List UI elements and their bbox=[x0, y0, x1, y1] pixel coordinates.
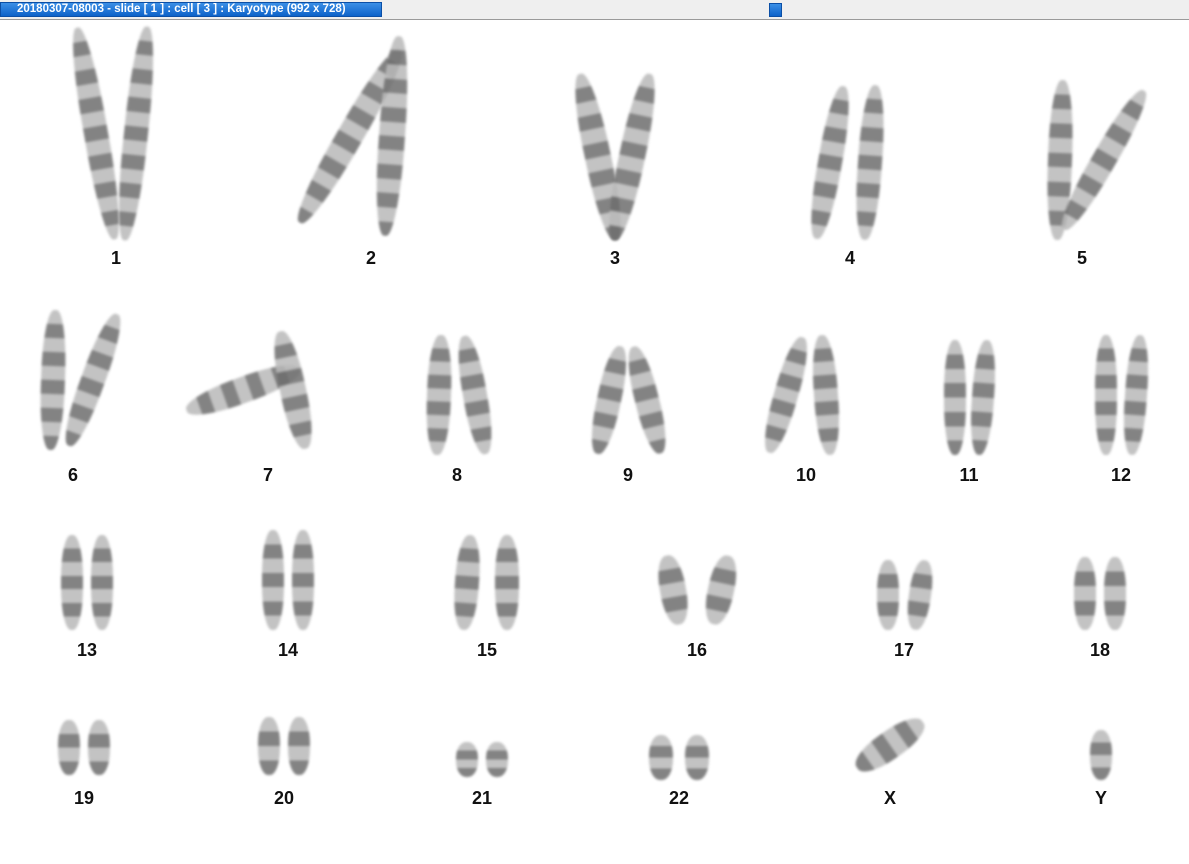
chromosome-6-b[interactable] bbox=[57, 310, 129, 450]
chromosome-6-a[interactable] bbox=[38, 309, 68, 451]
chromosome-x[interactable] bbox=[849, 710, 931, 780]
chromosome-22-b[interactable] bbox=[685, 735, 709, 780]
chromosome-label: 12 bbox=[1110, 465, 1132, 485]
chromosome-label: 15 bbox=[476, 640, 498, 660]
chromosome-4-a[interactable] bbox=[804, 84, 856, 241]
chromosome-18-a[interactable] bbox=[1074, 557, 1096, 630]
chromosome-15-b[interactable] bbox=[495, 535, 519, 630]
chromosome-22-a[interactable] bbox=[649, 735, 673, 780]
chromosome-2-b[interactable] bbox=[372, 35, 412, 237]
chromosome-8-b[interactable] bbox=[452, 333, 498, 457]
chromosome-label: 1 bbox=[110, 248, 122, 268]
chromosome-21-a[interactable] bbox=[456, 742, 478, 777]
chromosome-label: 2 bbox=[365, 248, 377, 268]
chromosome-11-a[interactable] bbox=[944, 340, 966, 455]
chromosome-12-b[interactable] bbox=[1120, 334, 1152, 456]
chromosome-21-b[interactable] bbox=[486, 742, 508, 777]
chromosome-label: 7 bbox=[262, 465, 274, 485]
chromosome-label: 14 bbox=[277, 640, 299, 660]
chromosome-10-b[interactable] bbox=[809, 334, 843, 456]
chromosome-label: 3 bbox=[609, 248, 621, 268]
chromosome-8-a[interactable] bbox=[424, 334, 454, 456]
chromosome-9-a[interactable] bbox=[585, 343, 633, 457]
chromosome-label: Y bbox=[1094, 788, 1108, 808]
chromosome-label: 9 bbox=[622, 465, 634, 485]
karyotype-canvas: 1 2 3 4 5 6 7 8 9 10 11 12 13 14 15 16 17 18 19 20 21 22 X Y bbox=[0, 20, 1189, 864]
chromosome-label: 19 bbox=[73, 788, 95, 808]
chromosome-10-a[interactable] bbox=[757, 334, 815, 456]
scroll-thumb[interactable] bbox=[769, 3, 782, 17]
chromosome-y[interactable] bbox=[1090, 730, 1112, 780]
chromosome-14-b[interactable] bbox=[292, 530, 314, 630]
chromosome-label: 10 bbox=[795, 465, 817, 485]
chromosome-label: 6 bbox=[67, 465, 79, 485]
chromosome-19-a[interactable] bbox=[58, 720, 80, 775]
chromosome-label: 13 bbox=[76, 640, 98, 660]
chromosome-15-a[interactable] bbox=[451, 534, 483, 631]
chromosome-label: 5 bbox=[1076, 248, 1088, 268]
chromosome-4-b[interactable] bbox=[852, 84, 888, 241]
chromosome-label: 4 bbox=[844, 248, 856, 268]
chromosome-17-a[interactable] bbox=[877, 560, 899, 630]
chromosome-label: 16 bbox=[686, 640, 708, 660]
chromosome-label: 21 bbox=[471, 788, 493, 808]
window-title-tab[interactable]: 20180307-08003 - slide [ 1 ] : cell [ 3 … bbox=[0, 2, 382, 17]
chromosome-label: 22 bbox=[668, 788, 690, 808]
chromosome-label: X bbox=[883, 788, 897, 808]
chromosome-11-b[interactable] bbox=[968, 339, 998, 456]
chromosome-9-b[interactable] bbox=[622, 343, 672, 457]
chromosome-20-b[interactable] bbox=[288, 717, 310, 775]
chromosome-17-b[interactable] bbox=[904, 558, 936, 632]
chromosome-13-a[interactable] bbox=[61, 535, 83, 630]
chromosome-1-b[interactable] bbox=[112, 25, 160, 242]
chromosome-13-b[interactable] bbox=[91, 535, 113, 630]
chromosome-label: 11 bbox=[959, 465, 979, 485]
chromosome-18-b[interactable] bbox=[1104, 557, 1126, 630]
chromosome-16-a[interactable] bbox=[654, 553, 692, 627]
chromosome-label: 8 bbox=[451, 465, 463, 485]
chromosome-label: 18 bbox=[1089, 640, 1111, 660]
chromosome-12-a[interactable] bbox=[1095, 335, 1117, 455]
chromosome-19-b[interactable] bbox=[88, 720, 110, 775]
chromosome-label: 20 bbox=[273, 788, 295, 808]
chromosome-1-a[interactable] bbox=[65, 25, 127, 242]
chromosome-16-b[interactable] bbox=[701, 553, 741, 627]
chromosome-14-a[interactable] bbox=[262, 530, 284, 630]
chromosome-label: 17 bbox=[893, 640, 915, 660]
title-bar: 20180307-08003 - slide [ 1 ] : cell [ 3 … bbox=[0, 0, 1189, 20]
chromosome-20-a[interactable] bbox=[258, 717, 280, 775]
